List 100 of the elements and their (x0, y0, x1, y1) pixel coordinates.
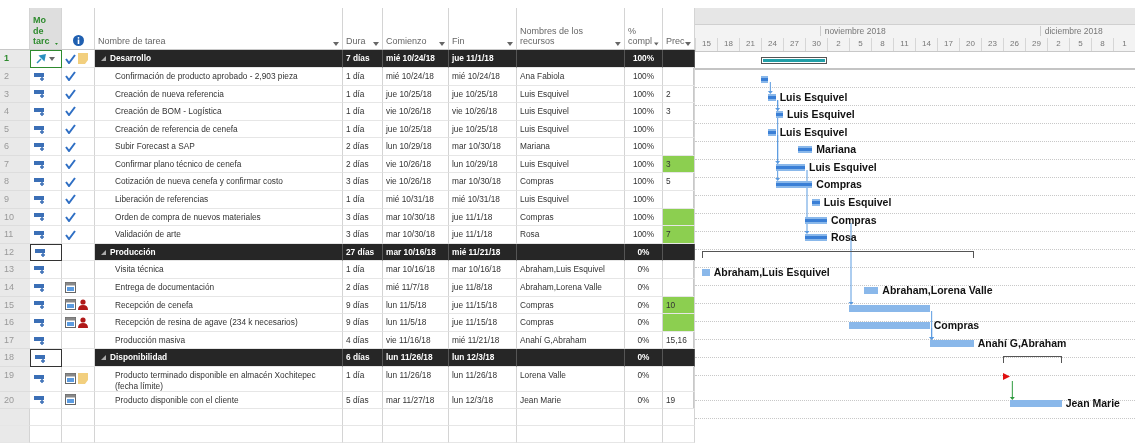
task-bar[interactable] (775, 163, 805, 171)
table-cell: jue 11/1/18 (449, 226, 517, 244)
day-label: 2 (1047, 38, 1069, 51)
bar-label: Abraham,Luis Esquivel (713, 266, 830, 278)
row-number[interactable]: 19 (0, 367, 30, 392)
row-number[interactable]: 4 (0, 103, 30, 121)
row-number[interactable]: 8 (0, 173, 30, 192)
summary-bar[interactable] (1003, 356, 1062, 363)
table-cell (625, 409, 663, 427)
task-name: Entrega de documentación (115, 282, 215, 293)
caret-icon[interactable] (373, 42, 379, 47)
column-header[interactable]: Nombre de tarea (98, 36, 166, 47)
task-bar[interactable] (761, 75, 769, 83)
collapse-icon[interactable] (101, 56, 106, 62)
table-cell: 100% (625, 67, 663, 86)
caret-icon[interactable] (439, 42, 445, 47)
auto-schedule-icon (34, 395, 47, 405)
summary-bar[interactable] (702, 251, 974, 258)
task-bar[interactable] (775, 110, 783, 118)
caret-icon[interactable] (685, 42, 691, 47)
table-cell: jue 11/15/18 (449, 296, 517, 315)
table-cell: 100% (625, 103, 663, 121)
caret-icon[interactable] (654, 42, 659, 47)
task-bar[interactable] (812, 198, 820, 206)
table-cell (62, 426, 95, 443)
column-header[interactable]: Dura (346, 36, 366, 47)
mode-cell[interactable] (30, 243, 62, 262)
day-label: 14 (915, 38, 937, 51)
row-number[interactable]: 14 (0, 279, 30, 297)
day-label: 11 (893, 38, 915, 51)
collapse-icon[interactable] (101, 249, 106, 255)
column-header[interactable]: Nombres de los recursos (520, 25, 616, 47)
table-cell: mar 10/16/18 (383, 261, 449, 280)
check-icon (65, 106, 76, 117)
row-number[interactable]: 1 (0, 50, 30, 68)
person-icon (78, 317, 88, 329)
task-bar[interactable] (768, 128, 776, 136)
table-cell: 0% (625, 367, 663, 392)
column-header[interactable]: Fin (452, 36, 465, 47)
bar-label: Luis Esquivel (779, 91, 848, 103)
caret-icon[interactable] (49, 57, 55, 62)
collapse-icon[interactable] (101, 355, 106, 361)
table-cell: lun 10/29/18 (449, 155, 517, 174)
column-header[interactable]: Comienzo (386, 36, 427, 47)
row-number[interactable]: 11 (0, 226, 30, 244)
bar-label: Anahí G,Abraham (977, 337, 1067, 349)
table-cell: 3 días (343, 173, 383, 192)
task-bar[interactable] (805, 233, 827, 241)
caret-icon[interactable] (507, 42, 513, 47)
bar-label: Compras (933, 319, 980, 331)
table-cell: mar 10/16/18 (449, 261, 517, 280)
task-bar[interactable] (805, 216, 827, 224)
table-cell: lun 11/26/18 (383, 349, 449, 367)
check-icon (65, 124, 76, 134)
task-bar[interactable] (775, 180, 813, 188)
task-bar[interactable] (768, 93, 776, 101)
table-cell: mié 11/7/18 (383, 279, 449, 297)
task-bar[interactable] (797, 145, 813, 153)
summary-bar[interactable] (761, 57, 827, 64)
row-number[interactable]: 16 (0, 314, 30, 332)
task-name: Creación de BOM - Logística (115, 106, 222, 117)
table-cell: 2 días (343, 279, 383, 297)
auto-schedule-icon (34, 374, 47, 384)
task-name: Cotización de nueva cenefa y confirmar costo (115, 176, 283, 188)
row-number[interactable]: 9 (0, 191, 30, 209)
row-number[interactable]: 18 (0, 349, 30, 367)
check-icon (65, 194, 76, 205)
check-icon (65, 159, 76, 170)
table-cell: 2 días (343, 155, 383, 174)
caret-icon[interactable] (333, 42, 339, 47)
day-label: 8 (1091, 38, 1113, 51)
auto-schedule-icon (35, 353, 48, 363)
note-icon (78, 53, 88, 65)
auto-schedule-icon (34, 335, 47, 345)
column-header[interactable]: % compl (628, 25, 655, 47)
bar-label: Jean Marie (1065, 397, 1120, 409)
table-cell (449, 426, 517, 443)
table-cell (449, 409, 517, 427)
info-icon (72, 35, 84, 47)
table-cell: 1 día (343, 191, 383, 209)
calendar-icon (65, 394, 76, 406)
day-label: 24 (761, 38, 783, 51)
day-label: 5 (849, 38, 871, 51)
table-cell: 1 día (343, 85, 383, 104)
bar-label: Luis Esquivel (809, 161, 877, 173)
note-icon (78, 373, 88, 385)
row-number[interactable]: 6 (0, 138, 30, 156)
table-cell: Compras (517, 296, 625, 315)
auto-schedule-icon (34, 106, 47, 116)
mode-cell[interactable] (30, 50, 62, 68)
check-icon (65, 211, 76, 222)
task-name: Producción masiva (115, 334, 186, 346)
caret-icon[interactable] (615, 42, 621, 47)
row-number[interactable]: 13 (0, 261, 30, 280)
column-header[interactable]: Prec (666, 36, 685, 47)
task-name: Producción (110, 246, 156, 258)
mode-cell[interactable] (30, 349, 62, 367)
table-cell (383, 426, 449, 443)
table-cell: Abraham,Luis Esquivel (517, 261, 625, 280)
check-icon (65, 141, 76, 152)
